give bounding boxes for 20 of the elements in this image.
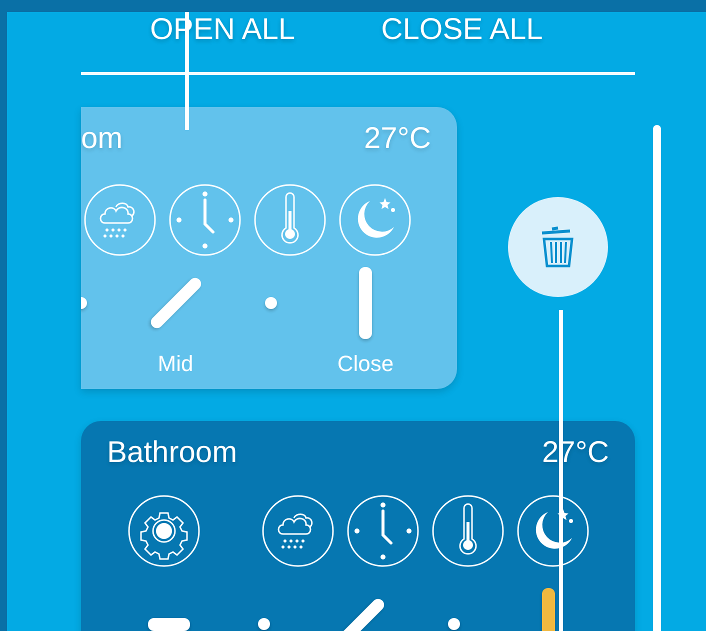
gear-icon[interactable] [127, 494, 201, 568]
room-name: om [81, 121, 123, 157]
clock-icon[interactable] [168, 183, 242, 257]
blind-position-marker[interactable] [448, 618, 460, 630]
moon-icon[interactable] [516, 494, 590, 568]
cloud-rain-icon[interactable] [83, 183, 157, 257]
clock-icon[interactable] [346, 494, 420, 568]
cloud-rain-icon[interactable] [261, 494, 335, 568]
thermometer-icon[interactable] [431, 494, 505, 568]
toolbar-button[interactable]: CLOSE ALL [381, 12, 543, 48]
blind-position-marker[interactable] [258, 618, 270, 630]
position-label: Close [337, 351, 394, 377]
blind-position-marker[interactable] [148, 618, 190, 631]
temperature: 27°C [364, 121, 431, 157]
thermometer-icon[interactable] [253, 183, 327, 257]
blind-position-marker[interactable] [359, 267, 372, 339]
position-label: Mid [158, 351, 194, 377]
room-name: Bathroom [107, 435, 238, 471]
moon-icon[interactable] [338, 183, 412, 257]
blind-position-marker[interactable] [264, 297, 276, 309]
